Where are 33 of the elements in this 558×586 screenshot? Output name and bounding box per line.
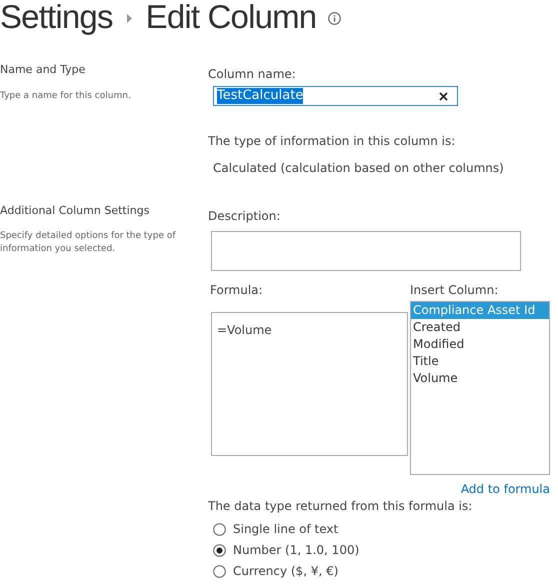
chevron-icon xyxy=(126,14,132,22)
radio-button[interactable] xyxy=(213,522,226,536)
field-value: TestCalculate xyxy=(217,88,304,104)
info-icon[interactable] xyxy=(328,12,342,24)
column-list-item[interactable]: Created xyxy=(411,319,549,336)
field-label: Description: xyxy=(208,208,282,225)
column-name-field[interactable]: TestCalculate xyxy=(213,86,458,106)
field-label: The data type returned from this formula is: xyxy=(208,498,474,515)
radio-label: Number (1, 1.0, 100) xyxy=(233,542,360,559)
field-label: Column name: xyxy=(208,66,297,83)
insert-column-list[interactable]: Compliance Asset Id Created Modified Title Volume xyxy=(410,301,550,475)
field-label: The type of information in this column is: xyxy=(208,133,456,150)
page-title: Edit Column xyxy=(146,0,316,32)
formula-text: =Volume xyxy=(217,323,272,337)
radio-label: Single line of text xyxy=(233,521,338,538)
field-label: Formula: xyxy=(210,282,264,299)
close-icon[interactable] xyxy=(439,92,448,100)
add-to-formula-link[interactable]: Add to formula xyxy=(460,480,550,498)
column-list-item[interactable]: Volume xyxy=(411,370,549,387)
section-description: Specify detailed options for the type of information you selected. xyxy=(0,230,177,256)
column-type-text: Calculated (calculation based on other columns) xyxy=(213,160,505,177)
description-field[interactable] xyxy=(211,231,521,271)
field-label: Insert Column: xyxy=(410,282,500,299)
section-title: Additional Column Settings xyxy=(0,203,150,219)
radio-label: Currency ($, ¥, €) xyxy=(233,563,338,580)
radio-button[interactable] xyxy=(213,564,226,578)
column-list-item[interactable]: Modified xyxy=(411,336,549,353)
column-list-item[interactable]: Title xyxy=(411,353,549,370)
formula-field[interactable]: =Volume xyxy=(211,312,408,456)
section-description: Type a name for this column. xyxy=(0,90,132,102)
section-title: Name and Type xyxy=(0,62,86,78)
breadcrumb-link[interactable]: Settings xyxy=(0,0,113,32)
radio-button[interactable] xyxy=(213,544,226,556)
